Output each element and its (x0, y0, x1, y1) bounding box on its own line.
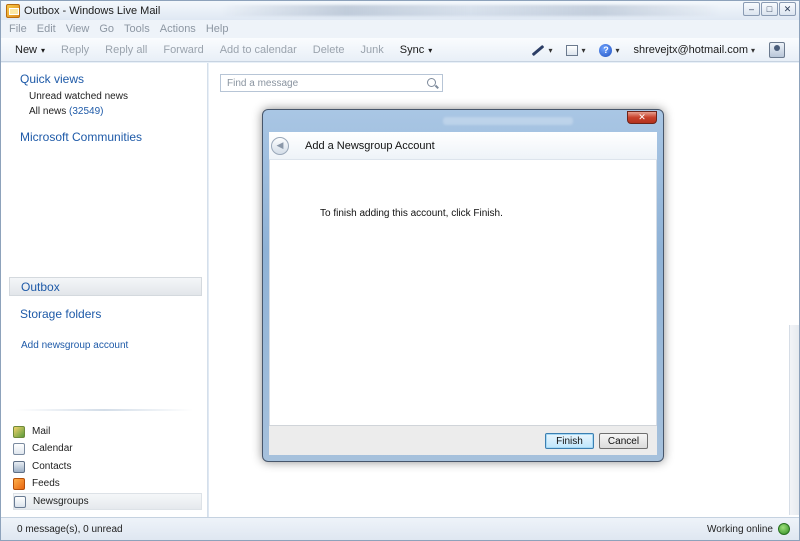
nav-calendar-label: Calendar (32, 443, 73, 454)
menu-view[interactable]: View (66, 23, 90, 35)
outbox-folder[interactable]: Outbox (9, 277, 202, 296)
message-count-status: 0 message(s), 0 unread (17, 523, 123, 535)
toolbar-right: ▾ ▾ ? ▾ shrevejtx@hotmail.com ▾ (531, 38, 785, 62)
newsgroups-icon (14, 495, 26, 508)
contacts-icon (13, 460, 25, 473)
nav-mail-label: Mail (32, 426, 51, 437)
status-bar: 0 message(s), 0 unread Working online (1, 517, 799, 540)
online-status: Working online (707, 523, 773, 535)
menu-edit[interactable]: Edit (37, 23, 56, 35)
chevron-down-icon: ▾ (41, 45, 46, 55)
menu-file[interactable]: File (9, 23, 27, 35)
finish-button[interactable]: Finish (545, 433, 594, 449)
sync-button-label: Sync (399, 43, 425, 56)
all-news-item[interactable]: All news (32549) (29, 106, 104, 117)
online-icon (778, 523, 790, 535)
search-box[interactable] (220, 74, 443, 92)
folder-pane: Quick views Unread watched news All news… (1, 63, 208, 517)
quick-views-header[interactable]: Quick views (20, 72, 84, 86)
minimize-button[interactable]: – (743, 2, 760, 16)
dialog-header: ◀ Add a Newsgroup Account (269, 132, 657, 160)
chevron-down-icon: ▾ (615, 45, 620, 55)
sync-button[interactable]: Sync ▾ (400, 44, 432, 56)
pen-icon (532, 44, 545, 56)
all-news-label: All news (29, 106, 67, 117)
toolbar: New ▾ Reply Reply all Forward Add to cale… (1, 38, 799, 62)
add-newsgroup-account-link[interactable]: Add newsgroup account (21, 340, 128, 351)
back-arrow-icon[interactable]: ◀ (271, 136, 289, 155)
new-button-label: New (15, 43, 38, 56)
menu-go[interactable]: Go (99, 23, 114, 35)
dialog-body: To finish adding this account, click Fin… (269, 160, 657, 425)
cancel-button[interactable]: Cancel (599, 433, 648, 449)
unread-watched-news-item[interactable]: Unread watched news (29, 91, 128, 102)
nav-feeds[interactable]: Feeds (13, 475, 202, 492)
forward-button[interactable]: Forward (163, 44, 203, 56)
search-icon[interactable] (427, 78, 436, 87)
stationery-button[interactable]: ▾ (531, 44, 553, 56)
user-account-menu[interactable]: shrevejtx@hotmail.com ▾ (634, 44, 756, 56)
nav-mail[interactable]: Mail (13, 423, 202, 440)
nav-newsgroups[interactable]: Newsgroups (13, 493, 202, 510)
help-button[interactable]: ? ▾ (599, 43, 620, 57)
scrollbar[interactable] (789, 325, 799, 515)
reply-button[interactable]: Reply (61, 44, 89, 56)
menu-tools[interactable]: Tools (124, 23, 150, 35)
nav-contacts-label: Contacts (32, 461, 72, 472)
storage-folders-header[interactable]: Storage folders (20, 307, 101, 321)
window-title: Outbox - Windows Live Mail (24, 4, 161, 17)
title-bar: Outbox - Windows Live Mail – □ ✕ (1, 1, 799, 20)
mail-icon (13, 425, 25, 438)
chevron-down-icon: ▾ (581, 45, 586, 55)
menu-actions[interactable]: Actions (160, 23, 196, 35)
nav-newsgroups-label: Newsgroups (33, 496, 89, 507)
dialog-title-blur (443, 117, 573, 125)
add-newsgroup-dialog: ✕ ◀ Add a Newsgroup Account To finish ad… (262, 109, 664, 462)
app-window: Outbox - Windows Live Mail – □ ✕ File Ed… (0, 0, 800, 541)
add-to-calendar-button[interactable]: Add to calendar (220, 44, 297, 56)
chevron-down-icon: ▾ (750, 45, 755, 55)
search-input[interactable] (227, 77, 417, 89)
reply-all-button[interactable]: Reply all (105, 44, 147, 56)
window-controls: – □ ✕ (743, 2, 796, 16)
microsoft-communities-header[interactable]: Microsoft Communities (20, 130, 142, 144)
nav-calendar[interactable]: Calendar (13, 440, 202, 457)
nav-contacts[interactable]: Contacts (13, 458, 202, 475)
user-email: shrevejtx@hotmail.com (633, 44, 748, 56)
mail-app-icon (6, 3, 20, 18)
dialog-message: To finish adding this account, click Fin… (320, 208, 503, 219)
junk-button[interactable]: Junk (361, 44, 384, 56)
divider (15, 409, 193, 411)
nav-feeds-label: Feeds (32, 478, 60, 489)
chevron-down-icon: ▾ (428, 45, 433, 55)
layout-button[interactable]: ▾ (566, 44, 586, 56)
dialog-close-button[interactable]: ✕ (627, 111, 657, 124)
dialog-title: Add a Newsgroup Account (305, 139, 435, 152)
chevron-down-icon: ▾ (548, 45, 553, 55)
calendar-icon (13, 442, 25, 455)
contacts-icon[interactable] (769, 42, 785, 58)
all-news-count: (32549) (69, 106, 104, 117)
help-icon: ? (599, 43, 613, 57)
maximize-button[interactable]: □ (761, 2, 778, 16)
dialog-footer: Finish Cancel (269, 425, 657, 455)
delete-button[interactable]: Delete (313, 44, 345, 56)
layout-icon (566, 44, 579, 56)
title-bar-blur (221, 5, 721, 16)
new-button[interactable]: New ▾ (15, 44, 45, 56)
close-button[interactable]: ✕ (779, 2, 796, 16)
menu-help[interactable]: Help (206, 23, 229, 35)
menu-bar: File Edit View Go Tools Actions Help (1, 20, 799, 38)
feeds-icon (13, 477, 25, 490)
